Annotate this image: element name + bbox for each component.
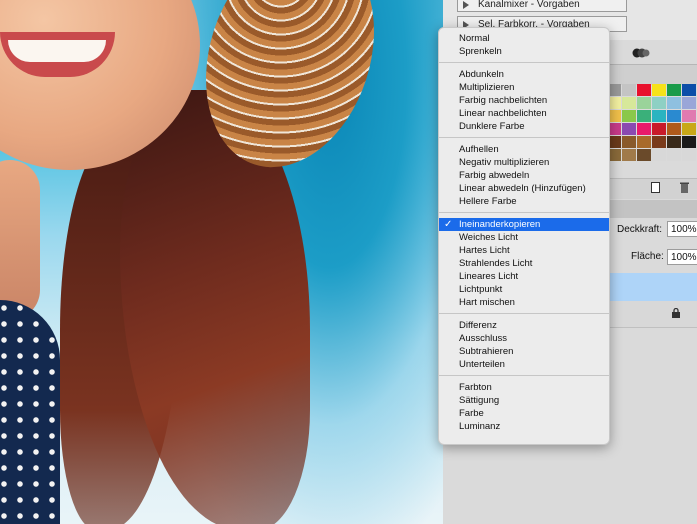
color-swatch[interactable]: [652, 97, 666, 109]
menu-item-blend-mode[interactable]: Linear nachbelichten: [439, 107, 609, 120]
menu-item-blend-mode[interactable]: Normal: [439, 32, 609, 45]
menu-item-blend-mode[interactable]: Strahlendes Licht: [439, 257, 609, 270]
color-swatch[interactable]: [652, 84, 666, 96]
menu-item-blend-mode[interactable]: Negativ multiplizieren: [439, 156, 609, 169]
opacity-label: Deckkraft:: [617, 224, 663, 235]
color-swatch[interactable]: [637, 136, 651, 148]
color-swatch[interactable]: [667, 84, 681, 96]
color-swatch[interactable]: [637, 149, 651, 161]
channel-mixer-icon[interactable]: [632, 45, 650, 59]
menu-item-blend-mode[interactable]: Lichtpunkt: [439, 283, 609, 296]
lock-icon[interactable]: [671, 308, 681, 318]
photo-shoulder: [0, 160, 40, 320]
opacity-input[interactable]: 100%: [667, 221, 697, 237]
menu-item-blend-mode[interactable]: Differenz: [439, 319, 609, 332]
color-swatch[interactable]: [652, 110, 666, 122]
color-swatch[interactable]: [652, 149, 666, 161]
menu-item-blend-mode[interactable]: Lineares Licht: [439, 270, 609, 283]
color-swatch[interactable]: [667, 97, 681, 109]
color-swatch[interactable]: [637, 123, 651, 135]
menu-item-blend-mode[interactable]: Farbig nachbelichten: [439, 94, 609, 107]
color-swatch[interactable]: [622, 149, 636, 161]
adjustment-preset-row[interactable]: Kanalmixer - Vorgaben: [457, 0, 627, 12]
adjustment-preset-label: Kanalmixer - Vorgaben: [478, 0, 580, 10]
color-swatch[interactable]: [652, 123, 666, 135]
color-swatch[interactable]: [637, 84, 651, 96]
menu-item-blend-mode[interactable]: ✓ Ineinanderkopieren: [439, 218, 609, 231]
swatches-grid: [607, 84, 697, 161]
menu-item-blend-mode[interactable]: Hartes Licht: [439, 244, 609, 257]
fill-input[interactable]: 100%: [667, 249, 697, 265]
photo-teeth: [8, 40, 106, 62]
color-swatch[interactable]: [652, 136, 666, 148]
menu-item-blend-mode[interactable]: Multiplizieren: [439, 81, 609, 94]
checkmark-icon: ✓: [444, 219, 453, 230]
color-swatch[interactable]: [667, 149, 681, 161]
menu-item-blend-mode[interactable]: Dunklere Farbe: [439, 120, 609, 133]
blend-mode-menu[interactable]: Normal Sprenkeln Abdunkeln Multiplizieren Fa…: [438, 27, 610, 445]
menu-separator: [439, 313, 609, 314]
menu-item-blend-mode[interactable]: Hellere Farbe: [439, 195, 609, 208]
color-swatch[interactable]: [622, 110, 636, 122]
fill-label: Fläche:: [631, 251, 664, 262]
color-swatch[interactable]: [622, 97, 636, 109]
color-swatch[interactable]: [637, 97, 651, 109]
disclosure-triangle-icon[interactable]: [463, 1, 469, 9]
menu-item-blend-mode[interactable]: Luminanz: [439, 420, 609, 433]
menu-item-blend-mode[interactable]: Farbig abwedeln: [439, 169, 609, 182]
menu-item-blend-mode[interactable]: Hart mischen: [439, 296, 609, 309]
menu-item-blend-mode[interactable]: Linear abwedeln (Hinzufügen): [439, 182, 609, 195]
new-swatch-icon[interactable]: [651, 182, 660, 193]
photo-canvas[interactable]: [0, 0, 443, 524]
menu-item-blend-mode[interactable]: Weiches Licht: [439, 231, 609, 244]
menu-item-label: Ineinanderkopieren: [459, 219, 541, 230]
color-swatch[interactable]: [682, 97, 696, 109]
menu-separator: [439, 137, 609, 138]
photo-dress: [0, 300, 60, 524]
color-swatch[interactable]: [637, 110, 651, 122]
menu-item-blend-mode[interactable]: Abdunkeln: [439, 68, 609, 81]
menu-item-blend-mode[interactable]: Subtrahieren: [439, 345, 609, 358]
color-swatch[interactable]: [682, 84, 696, 96]
color-swatch[interactable]: [622, 123, 636, 135]
color-swatch[interactable]: [622, 136, 636, 148]
menu-item-blend-mode[interactable]: Sprenkeln: [439, 45, 609, 58]
menu-separator: [439, 375, 609, 376]
color-swatch[interactable]: [682, 110, 696, 122]
menu-item-blend-mode[interactable]: Sättigung: [439, 394, 609, 407]
color-swatch[interactable]: [682, 149, 696, 161]
menu-item-blend-mode[interactable]: Farbe: [439, 407, 609, 420]
color-swatch[interactable]: [667, 110, 681, 122]
menu-item-blend-mode[interactable]: Aufhellen: [439, 143, 609, 156]
menu-item-blend-mode[interactable]: Ausschluss: [439, 332, 609, 345]
menu-separator: [439, 62, 609, 63]
color-swatch[interactable]: [667, 136, 681, 148]
trash-icon[interactable]: [680, 182, 689, 193]
menu-item-blend-mode[interactable]: Farbton: [439, 381, 609, 394]
color-swatch[interactable]: [682, 136, 696, 148]
menu-item-blend-mode[interactable]: Unterteilen: [439, 358, 609, 371]
color-swatch[interactable]: [682, 123, 696, 135]
color-swatch[interactable]: [667, 123, 681, 135]
menu-separator: [439, 212, 609, 213]
color-swatch[interactable]: [622, 84, 636, 96]
